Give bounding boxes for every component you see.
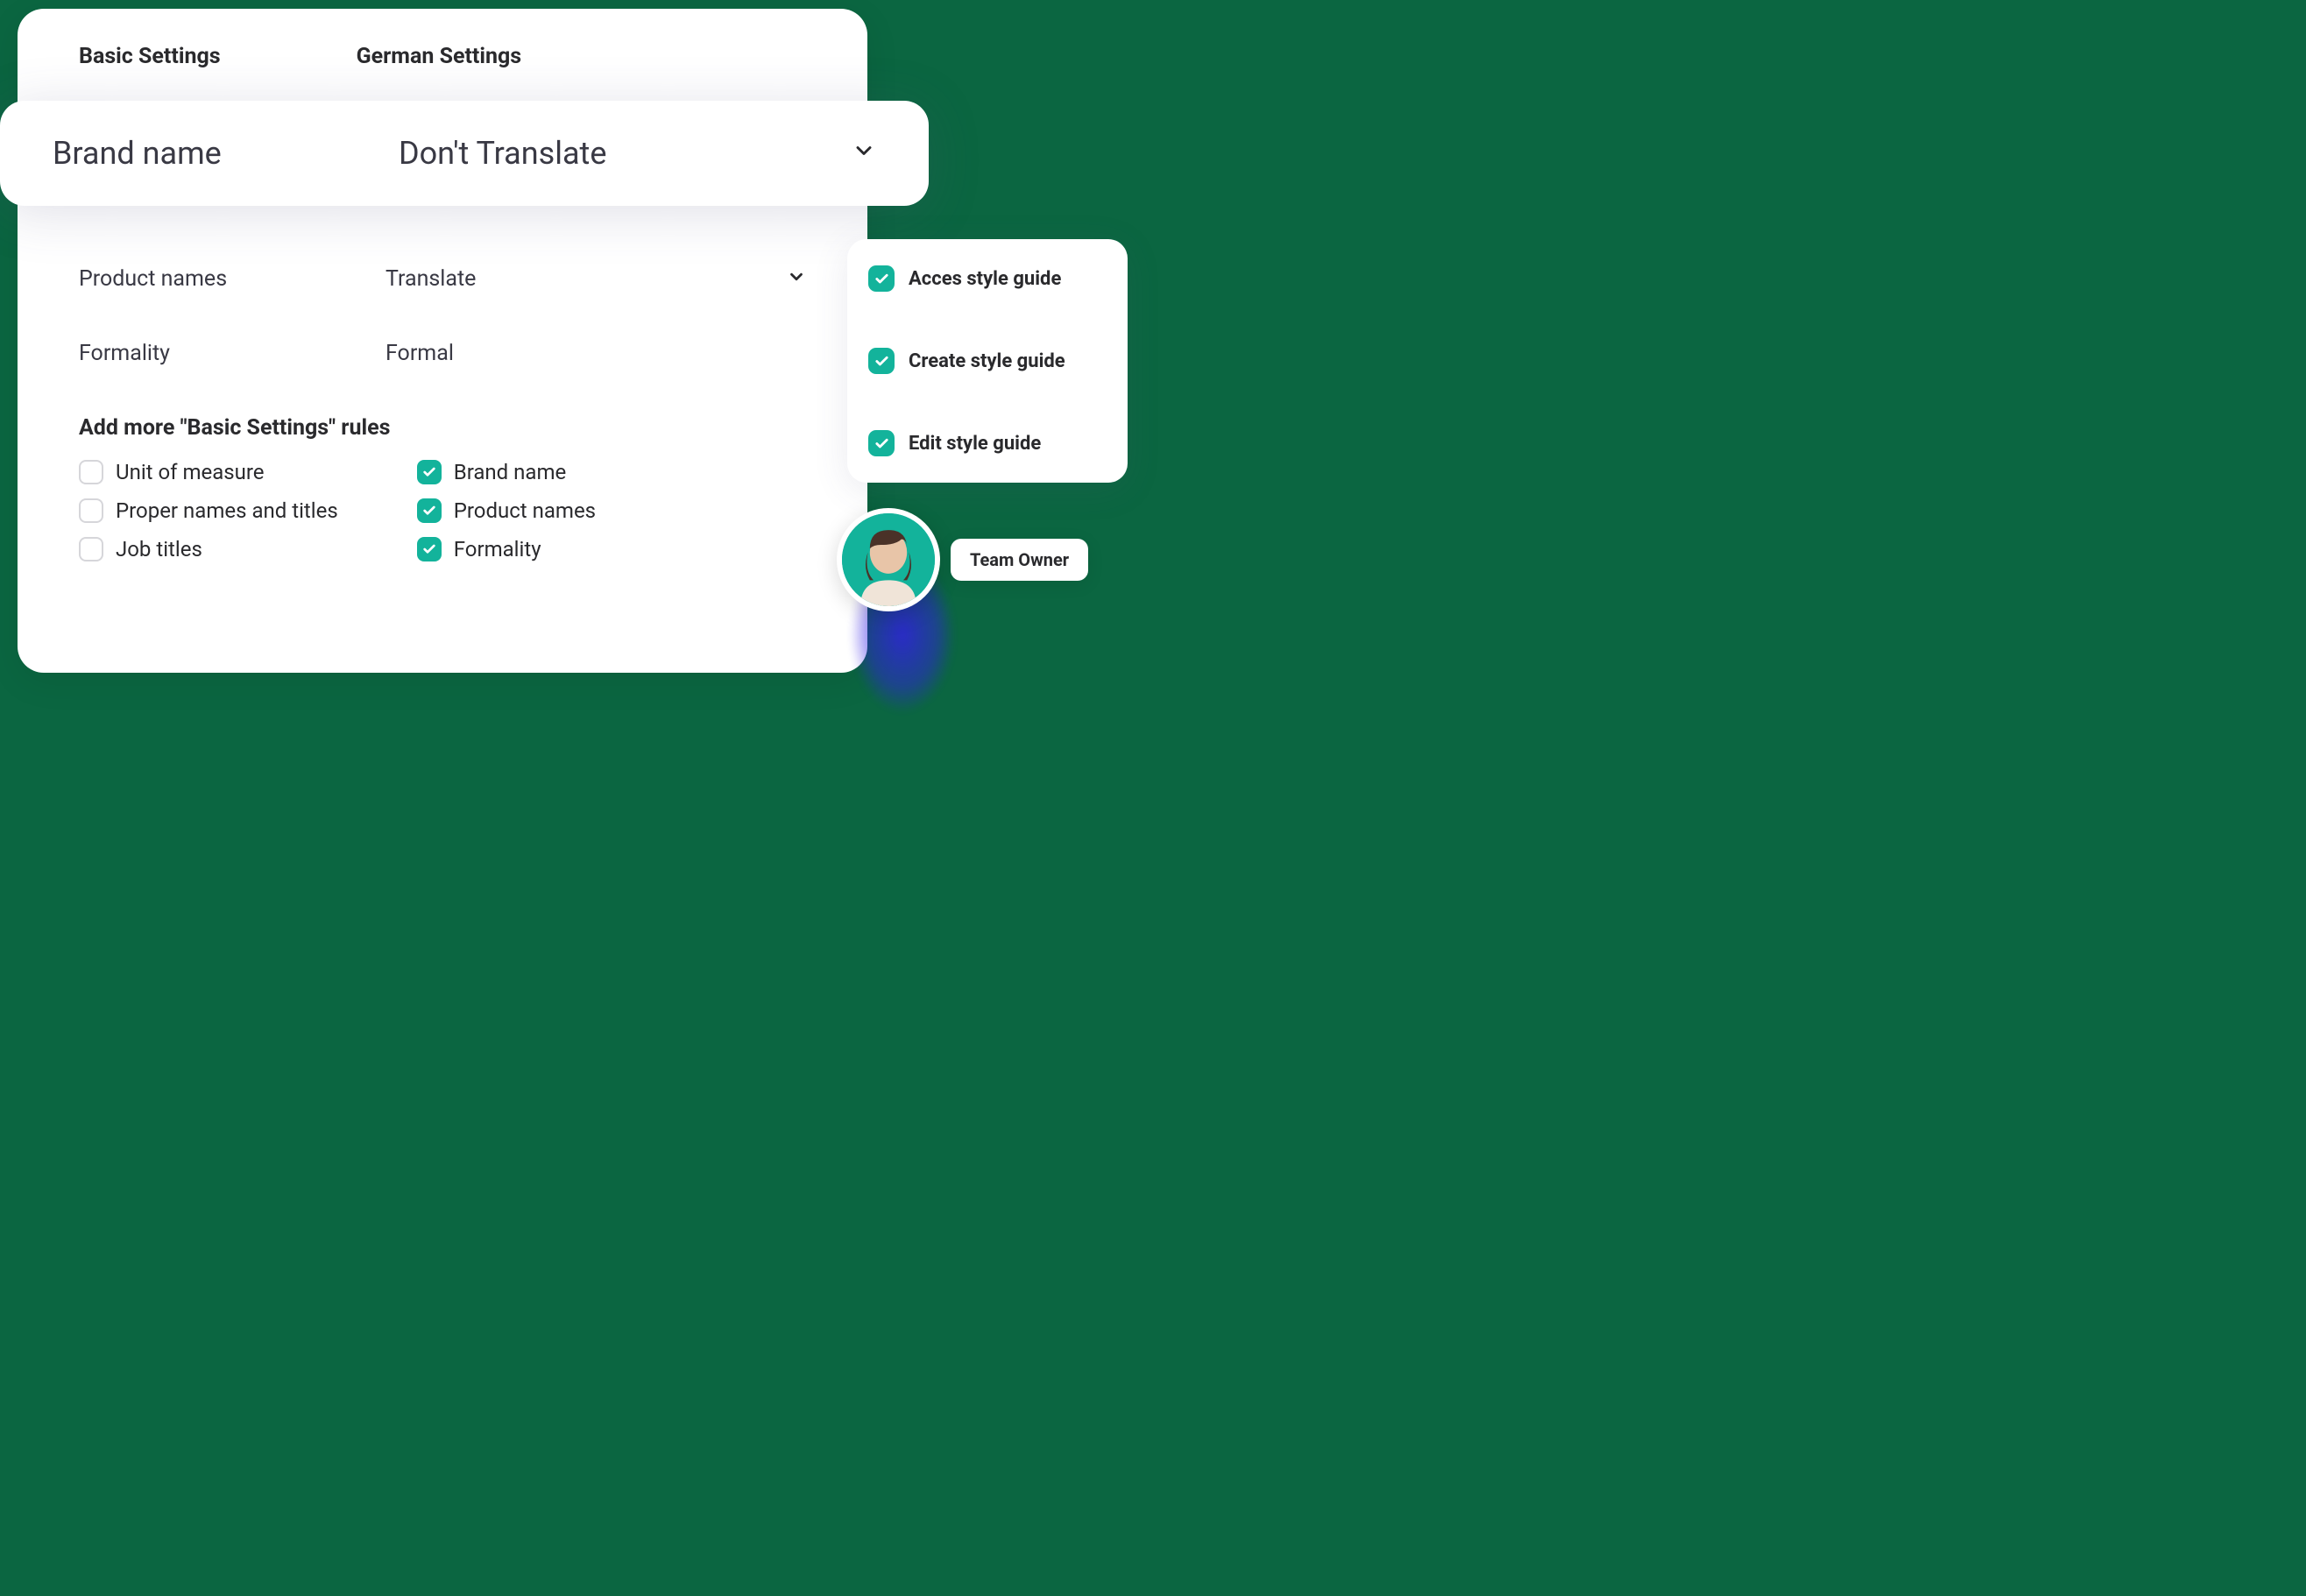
role-badge: Team Owner xyxy=(951,539,1088,581)
row-label: Formality xyxy=(79,341,386,366)
rule-formality[interactable]: Formality xyxy=(417,537,596,561)
checkbox-checked-icon[interactable] xyxy=(417,498,442,523)
avatar[interactable] xyxy=(837,508,940,611)
checkbox-unchecked-icon[interactable] xyxy=(79,498,103,523)
floating-value: Don't Translate xyxy=(399,135,852,172)
checkbox-checked-icon[interactable] xyxy=(417,460,442,484)
tab-german-settings[interactable]: German Settings xyxy=(357,44,522,69)
person-icon xyxy=(842,513,935,606)
tab-basic-settings[interactable]: Basic Settings xyxy=(79,44,221,69)
permissions-card: Acces style guide Create style guide Edi… xyxy=(847,239,1128,483)
chevron-down-icon xyxy=(852,138,876,168)
rule-label: Proper names and titles xyxy=(116,498,338,523)
checkbox-checked-icon[interactable] xyxy=(417,537,442,561)
perm-label: Edit style guide xyxy=(909,433,1041,455)
rule-job-titles[interactable]: Job titles xyxy=(79,537,338,561)
checkbox-unchecked-icon[interactable] xyxy=(79,537,103,561)
perm-access-style-guide[interactable]: Acces style guide xyxy=(868,265,1107,292)
row-formality[interactable]: Formality Formal xyxy=(79,341,806,366)
rules-grid: Unit of measure Proper names and titles … xyxy=(79,460,806,561)
rule-product-names[interactable]: Product names xyxy=(417,498,596,523)
floating-brand-row[interactable]: Brand name Don't Translate xyxy=(0,101,929,206)
checkbox-checked-icon[interactable] xyxy=(868,348,895,374)
add-rules-heading: Add more "Basic Settings" rules xyxy=(79,415,806,441)
tabs-bar: Basic Settings German Settings xyxy=(79,44,806,69)
floating-label: Brand name xyxy=(53,135,399,172)
rule-brand-name[interactable]: Brand name xyxy=(417,460,596,484)
avatar-group: Team Owner xyxy=(837,508,940,611)
checkbox-checked-icon[interactable] xyxy=(868,265,895,292)
rules-col-1: Unit of measure Proper names and titles … xyxy=(79,460,338,561)
row-product-names[interactable]: Product names Translate xyxy=(79,266,806,292)
rule-label: Brand name xyxy=(454,460,567,484)
perm-edit-style-guide[interactable]: Edit style guide xyxy=(868,430,1107,456)
perm-create-style-guide[interactable]: Create style guide xyxy=(868,348,1107,374)
chevron-down-icon xyxy=(787,267,806,291)
perm-label: Acces style guide xyxy=(909,268,1061,290)
settings-rows: Product names Translate Formality Formal xyxy=(79,266,806,366)
rule-proper-names[interactable]: Proper names and titles xyxy=(79,498,338,523)
row-label: Product names xyxy=(79,266,386,292)
rule-label: Formality xyxy=(454,537,541,561)
checkbox-checked-icon[interactable] xyxy=(868,430,895,456)
row-value: Translate xyxy=(386,266,787,292)
row-value: Formal xyxy=(386,341,806,366)
checkbox-unchecked-icon[interactable] xyxy=(79,460,103,484)
rule-label: Product names xyxy=(454,498,596,523)
rules-col-2: Brand name Product names Formality xyxy=(417,460,596,561)
rule-label: Unit of measure xyxy=(116,460,265,484)
rule-unit-of-measure[interactable]: Unit of measure xyxy=(79,460,338,484)
perm-label: Create style guide xyxy=(909,350,1065,372)
rule-label: Job titles xyxy=(116,537,202,561)
